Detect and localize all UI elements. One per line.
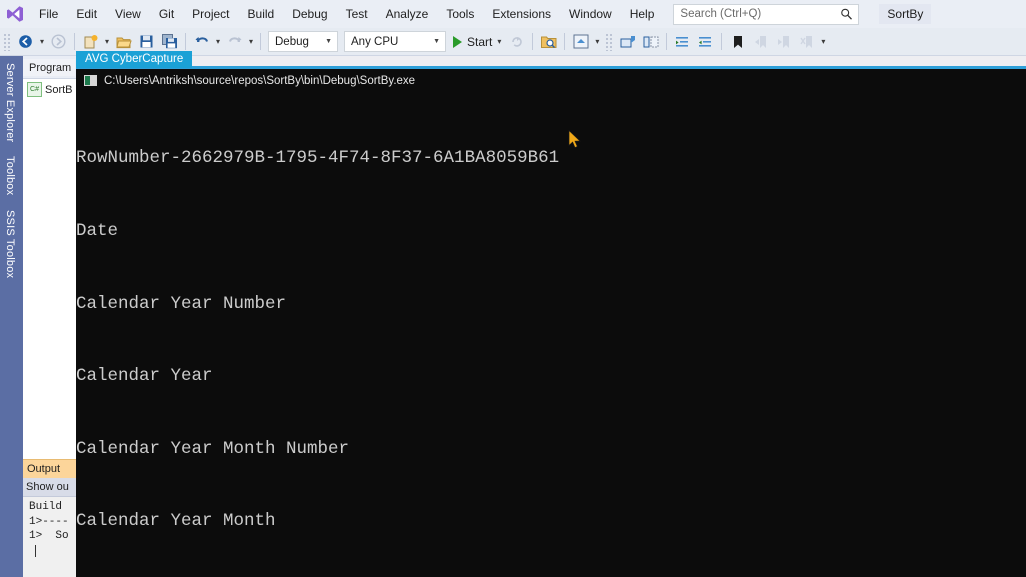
output-log-line: 1> So — [29, 530, 69, 542]
hot-reload-icon[interactable] — [506, 31, 527, 52]
output-text-caret — [35, 544, 36, 557]
navigate-forward-icon[interactable] — [48, 31, 69, 52]
menu-item-git[interactable]: Git — [150, 0, 183, 28]
navigate-back-icon[interactable] — [15, 31, 36, 52]
menu-item-debug[interactable]: Debug — [283, 0, 336, 28]
console-output-area[interactable]: RowNumber-2662979B-1795-4F74-8F37-6A1BA8… — [76, 92, 1026, 577]
toolbox-icon[interactable] — [640, 31, 661, 52]
new-project-icon[interactable] — [80, 31, 101, 52]
toolbar-separator — [532, 33, 534, 50]
clear-bookmarks-icon[interactable] — [796, 31, 817, 52]
menu-item-build[interactable]: Build — [239, 0, 284, 28]
document-tab-bar: Program — [23, 56, 76, 79]
console-window-icon — [84, 75, 97, 86]
new-project-dropdown-icon[interactable]: ▾ — [102, 31, 112, 52]
save-icon[interactable] — [136, 31, 157, 52]
menu-item-help[interactable]: Help — [621, 0, 664, 28]
output-source-filter-label[interactable]: Show ou — [23, 478, 76, 497]
start-dropdown-icon[interactable]: ▾ — [497, 37, 501, 46]
chevron-down-icon: ▼ — [325, 38, 332, 45]
sidebar-item-toolbox[interactable]: Toolbox — [0, 149, 20, 202]
previous-bookmark-icon[interactable] — [750, 31, 771, 52]
screen-root: File Edit View Git Project Build Debug T… — [0, 0, 1026, 577]
build-configuration-value: Debug — [275, 35, 309, 48]
toolbar-grip-handle[interactable] — [3, 32, 12, 51]
search-icon — [841, 8, 853, 20]
menu-item-extensions[interactable]: Extensions — [483, 0, 560, 28]
sidebar-item-ssis-toolbox[interactable]: SSIS Toolbox — [0, 203, 20, 285]
solution-explorer-dropdown-icon[interactable]: ▾ — [592, 31, 602, 52]
toolbar-separator — [260, 33, 261, 50]
menu-item-project[interactable]: Project — [183, 0, 238, 28]
undo-dropdown-icon[interactable]: ▾ — [213, 31, 223, 52]
console-title-text: C:\Users\Antriksh\source\repos\SortBy\bi… — [104, 74, 416, 87]
toolbar-separator — [721, 33, 723, 50]
console-line: Calendar Year Number — [76, 293, 287, 314]
menu-item-test[interactable]: Test — [337, 0, 377, 28]
visual-studio-window: File Edit View Git Project Build Debug T… — [0, 0, 1026, 577]
menu-item-edit[interactable]: Edit — [67, 0, 106, 28]
tab-output[interactable]: Output — [23, 459, 76, 478]
toolbar-overflow-icon[interactable]: ▾ — [818, 31, 828, 52]
menu-item-analyze[interactable]: Analyze — [377, 0, 438, 28]
platform-target-select[interactable]: Any CPU ▼ — [344, 31, 446, 52]
search-placeholder: Search (Ctrl+Q) — [680, 8, 762, 20]
console-line: Calendar Year Month — [76, 511, 276, 532]
console-line: RowNumber-2662979B-1795-4F74-8F37-6A1BA8… — [76, 148, 560, 169]
menu-bar: File Edit View Git Project Build Debug T… — [0, 0, 1026, 28]
tab-program-cs[interactable]: Program — [23, 58, 76, 76]
build-configuration-select[interactable]: Debug ▼ — [268, 31, 338, 52]
document-editor-surface[interactable] — [23, 100, 76, 460]
find-in-files-icon[interactable] — [538, 31, 559, 52]
platform-target-value: Any CPU — [351, 35, 399, 48]
toolbar-separator — [564, 33, 566, 50]
chevron-down-icon: ▼ — [433, 38, 440, 45]
solution-explorer-icon[interactable] — [570, 31, 591, 52]
start-debugging-button[interactable]: Start ▾ — [449, 31, 505, 52]
menu-item-window[interactable]: Window — [560, 0, 621, 28]
solution-explorer-item[interactable]: C# SortB — [23, 79, 76, 100]
redo-icon[interactable] — [224, 31, 245, 52]
save-all-icon[interactable] — [159, 31, 180, 52]
play-icon — [453, 35, 462, 48]
avg-cybercapture-tooltip: AVG CyberCapture — [76, 51, 193, 68]
sidebar-item-server-explorer[interactable]: Server Explorer — [0, 56, 20, 149]
console-window[interactable]: C:\Users\Antriksh\source\repos\SortBy\bi… — [76, 66, 1026, 577]
increase-indent-icon[interactable] — [672, 31, 693, 52]
properties-window-icon[interactable] — [617, 31, 638, 52]
output-log-text[interactable]: Build 1>---- 1> So — [23, 497, 76, 570]
toolbar-separator — [185, 33, 186, 50]
left-dock-tab-strip: Server Explorer Toolbox SSIS Toolbox — [0, 56, 23, 577]
output-panel: Output Show ou Build 1>---- 1> So — [23, 459, 78, 577]
menu-item-file[interactable]: File — [30, 0, 67, 28]
redo-dropdown-icon[interactable]: ▾ — [246, 31, 256, 52]
toolbar-separator — [666, 33, 668, 50]
document-pane: Program C# SortB — [23, 56, 78, 460]
start-label: Start — [467, 34, 493, 49]
bookmark-icon[interactable] — [727, 31, 748, 52]
output-log-line: Build — [29, 501, 63, 513]
search-input[interactable]: Search (Ctrl+Q) — [673, 3, 860, 25]
toolbar-separator — [74, 33, 75, 50]
next-bookmark-icon[interactable] — [773, 31, 794, 52]
open-file-icon[interactable] — [113, 31, 134, 52]
console-line: Calendar Year Month Number — [76, 438, 350, 459]
menu-item-view[interactable]: View — [106, 0, 150, 28]
console-line: Date — [76, 221, 119, 241]
undo-icon[interactable] — [191, 31, 212, 52]
visual-studio-logo-icon — [0, 0, 30, 28]
navigate-back-dropdown-icon[interactable]: ▾ — [37, 31, 47, 52]
solution-name-label: SortBy — [879, 4, 932, 24]
toolbar-grip-handle-2[interactable] — [605, 32, 615, 51]
decrease-indent-icon[interactable] — [695, 31, 716, 52]
output-log-line: 1>---- — [29, 515, 69, 528]
console-line: Calendar Year — [76, 366, 213, 387]
console-title-bar[interactable]: C:\Users\Antriksh\source\repos\SortBy\bi… — [76, 69, 1026, 92]
csharp-file-icon: C# — [27, 82, 42, 97]
solution-explorer-item-label: SortB — [45, 83, 73, 96]
menu-item-tools[interactable]: Tools — [437, 0, 483, 28]
